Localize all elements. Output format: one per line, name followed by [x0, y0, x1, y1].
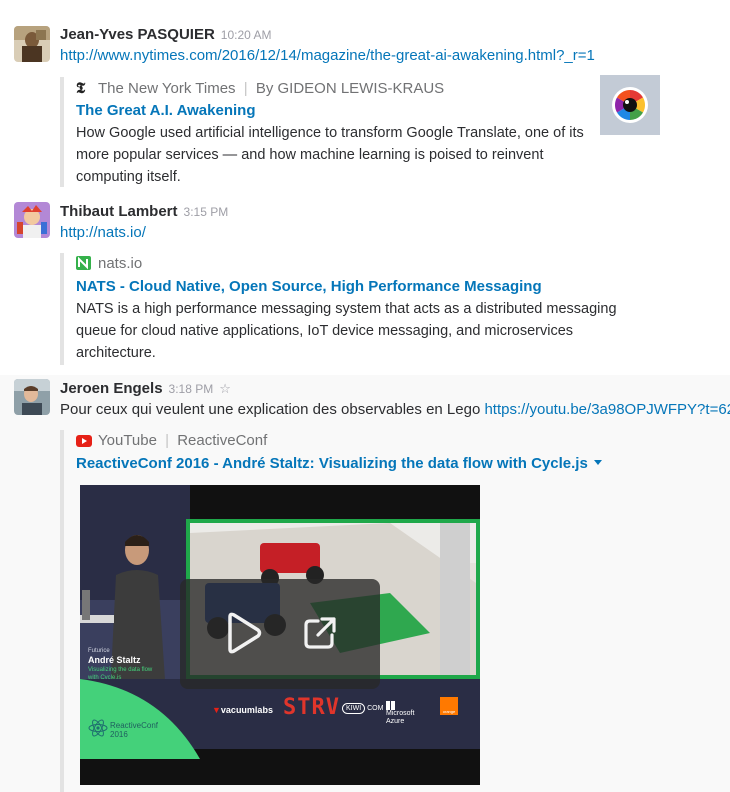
conf-year: 2016 [110, 730, 128, 739]
sponsor-vacuumlabs: ▼vacuumlabs [212, 705, 273, 715]
sponsor-name: orange [442, 709, 456, 714]
vacuumlabs-logo-icon: ▼ [212, 705, 221, 715]
preview-title[interactable]: NATS - Cloud Native, Open Source, High P… [76, 275, 636, 298]
external-link-icon [304, 617, 336, 649]
timestamp[interactable]: 3:18 PM [169, 382, 214, 396]
author-name[interactable]: Thibaut Lambert [60, 203, 178, 220]
windows-logo-icon [386, 701, 395, 710]
play-icon [228, 612, 262, 654]
conf-branding: ReactiveConf 2016 [110, 721, 158, 739]
author-name[interactable]: Jean-Yves PASQUIER [60, 26, 215, 43]
byline: By GIDEON LEWIS-KRAUS [255, 80, 445, 97]
preview-description: NATS is a high performance messaging sys… [76, 301, 617, 361]
message-header: Jeroen Engels 3:18 PM ☆ [60, 380, 231, 398]
author-name[interactable]: Jeroen Engels [60, 380, 163, 397]
message-thibaut: Thibaut Lambert 3:15 PM http://nats.io/ n… [0, 190, 730, 370]
speaker-name: André Staltz [88, 655, 141, 665]
message-header: Thibaut Lambert 3:15 PM [60, 203, 228, 221]
avatar-jean-yves[interactable] [14, 26, 50, 62]
portrait-icon [14, 26, 50, 62]
link-preview-youtube: YouTube | ReactiveConf ReactiveConf 2016… [60, 430, 676, 792]
nats-logo-icon [76, 255, 92, 270]
message-body: Pour ceux qui veulent une explication de… [60, 401, 730, 418]
kiwi-logo-icon: KIWI [342, 703, 366, 714]
preview-service: YouTube | ReactiveConf [76, 430, 676, 452]
service-name: nats.io [98, 255, 143, 272]
timestamp[interactable]: 3:15 PM [184, 205, 229, 219]
sponsor-strv: STRV [283, 695, 340, 720]
message-header: Jean-Yves PASQUIER 10:20 AM [60, 26, 272, 44]
open-external-button[interactable] [302, 615, 338, 651]
message-body: http://nats.io/ [60, 224, 146, 241]
avatar-jeroen[interactable] [14, 379, 50, 415]
sponsor-name: COM [367, 705, 384, 712]
youtube-logo-icon [76, 432, 92, 447]
speaker-tag: Futurice [88, 648, 110, 654]
react-atom-icon [88, 719, 108, 737]
message-body: http://www.nytimes.com/2016/12/14/magazi… [60, 47, 595, 64]
talk-title-line1: Visualizing the data flow [88, 667, 153, 673]
sponsor-name: Azure [386, 718, 405, 725]
video-controls-overlay [180, 579, 380, 689]
channel-name: ReactiveConf [177, 432, 268, 449]
separator: | [243, 80, 248, 97]
service-name: YouTube [98, 432, 157, 449]
link-preview-nytimes: 𝕿 The New York Times | By GIDEON LEWIS-KR… [60, 77, 586, 187]
sponsor-name: vacuumlabs [220, 705, 273, 715]
message-jean-yves: Jean-Yves PASQUIER 10:20 AM http://www.ny… [0, 0, 730, 190]
preview-description: How Google used artificial intelligence … [76, 125, 584, 185]
preview-thumbnail[interactable] [600, 75, 660, 135]
message-jeroen: Jeroen Engels 3:18 PM ☆ Pour ceux qui veul… [0, 375, 730, 792]
preview-service: 𝕿 The New York Times | By GIDEON LEWIS-KR… [76, 77, 586, 99]
message-link[interactable]: http://www.nytimes.com/2016/12/14/magazi… [60, 47, 595, 64]
timestamp[interactable]: 10:20 AM [221, 28, 272, 42]
eye-lens-icon [612, 87, 648, 123]
message-link[interactable]: http://nats.io/ [60, 224, 146, 241]
link-preview-nats: nats.io NATS - Cloud Native, Open Source… [60, 253, 636, 365]
preview-service: nats.io [76, 253, 636, 275]
service-name: The New York Times [98, 80, 236, 97]
preview-title-text[interactable]: ReactiveConf 2016 - André Staltz: Visual… [76, 455, 588, 472]
play-button[interactable] [220, 611, 264, 655]
message-link[interactable]: https://youtu.be/3a98OPJWFPY?t=629 [484, 401, 730, 418]
preview-title[interactable]: ReactiveConf 2016 - André Staltz: Visual… [76, 452, 676, 475]
nyt-logo-icon: 𝕿 [76, 79, 86, 97]
sponsor-kiwi: KIWI COM [342, 703, 383, 714]
conf-name: ReactiveConf [110, 721, 159, 730]
portrait-icon [14, 379, 50, 415]
cartoon-avatar-icon [14, 202, 50, 238]
avatar-thibaut[interactable] [14, 202, 50, 238]
message-text: Pour ceux qui veulent une explication de… [60, 401, 485, 418]
sponsor-orange: orange [440, 697, 458, 715]
video-player[interactable]: Futurice André Staltz Visualizing the da… [80, 485, 480, 785]
separator: | [165, 432, 170, 449]
preview-title[interactable]: The Great A.I. Awakening [76, 99, 586, 122]
chevron-down-icon[interactable] [593, 460, 602, 465]
star-icon[interactable]: ☆ [219, 381, 231, 396]
sponsor-microsoft-azure: Microsoft Azure [386, 701, 414, 726]
speaker-caption: Futurice André Staltz Visualizing the da… [88, 647, 188, 682]
